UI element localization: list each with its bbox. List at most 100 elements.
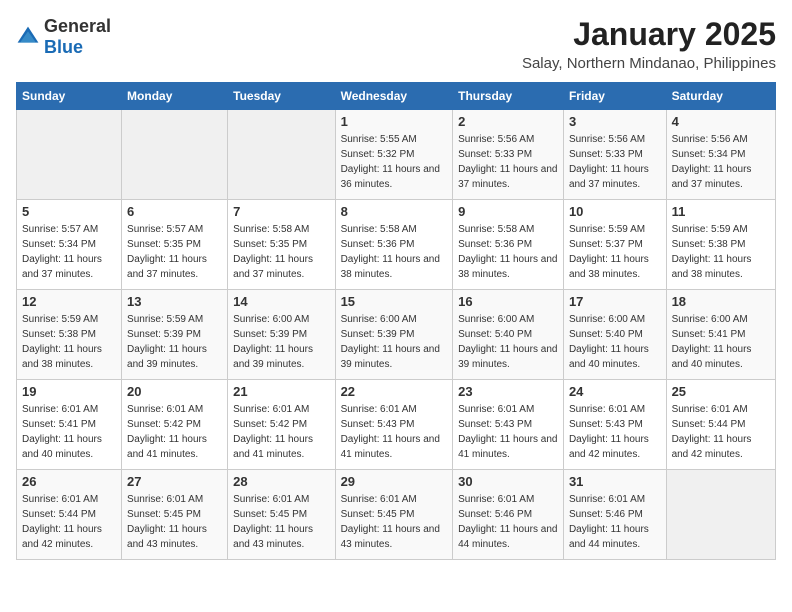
calendar-cell: 26Sunrise: 6:01 AMSunset: 5:44 PMDayligh…	[17, 470, 122, 560]
day-info: Sunrise: 5:57 AMSunset: 5:34 PMDaylight:…	[22, 222, 116, 282]
calendar-cell: 4Sunrise: 5:56 AMSunset: 5:34 PMDaylight…	[666, 110, 775, 200]
day-info: Sunrise: 5:55 AMSunset: 5:32 PMDaylight:…	[341, 132, 448, 192]
calendar-cell: 13 Sunrise: 5:59 AMSunset: 5:39 PMDayligh…	[122, 290, 228, 380]
calendar-cell: 6 Sunrise: 5:57 AMSunset: 5:35 PMDaylight…	[122, 200, 228, 290]
calendar-cell: 30 Sunrise: 6:01 AMSunset: 5:46 PMDayligh…	[453, 470, 564, 560]
calendar-cell: 2 Sunrise: 5:56 AMSunset: 5:33 PMDaylight…	[453, 110, 564, 200]
day-info: Sunrise: 6:00 AMSunset: 5:41 PMDaylight:…	[672, 312, 770, 372]
logo-text: General Blue	[44, 16, 111, 58]
day-number: 3	[569, 114, 661, 129]
day-number: 1	[341, 114, 448, 129]
day-number: 13	[127, 294, 222, 309]
day-number: 28	[233, 474, 329, 489]
day-info: Sunrise: 5:59 AMSunset: 5:38 PMDaylight:…	[672, 222, 770, 282]
title-block: January 2025 Salay, Northern Mindanao, P…	[522, 16, 776, 72]
day-info: Sunrise: 6:00 AMSunset: 5:40 PMDaylight:…	[458, 312, 558, 372]
calendar-cell: 3 Sunrise: 5:56 AMSunset: 5:33 PMDaylight…	[563, 110, 666, 200]
calendar-cell: 8Sunrise: 5:58 AMSunset: 5:36 PMDaylight…	[335, 200, 453, 290]
day-info: Sunrise: 6:01 AMSunset: 5:42 PMDaylight:…	[127, 402, 222, 462]
day-number: 29	[341, 474, 448, 489]
day-info: Sunrise: 6:01 AMSunset: 5:43 PMDaylight:…	[569, 402, 661, 462]
day-info: Sunrise: 6:01 AMSunset: 5:44 PMDaylight:…	[22, 492, 116, 552]
day-info: Sunrise: 6:01 AMSunset: 5:43 PMDaylight:…	[458, 402, 558, 462]
day-info: Sunrise: 6:01 AMSunset: 5:42 PMDaylight:…	[233, 402, 329, 462]
calendar-cell: 7Sunrise: 5:58 AMSunset: 5:35 PMDaylight…	[228, 200, 335, 290]
calendar-cell: 18 Sunrise: 6:00 AMSunset: 5:41 PMDayligh…	[666, 290, 775, 380]
day-info: Sunrise: 5:58 AMSunset: 5:36 PMDaylight:…	[341, 222, 448, 282]
calendar-week-row: 19 Sunrise: 6:01 AMSunset: 5:41 PMDayligh…	[17, 380, 776, 470]
calendar-cell: 12Sunrise: 5:59 AMSunset: 5:38 PMDayligh…	[17, 290, 122, 380]
calendar-header-row: SundayMondayTuesdayWednesdayThursdayFrid…	[17, 83, 776, 110]
day-info: Sunrise: 6:01 AMSunset: 5:45 PMDaylight:…	[233, 492, 329, 552]
day-info: Sunrise: 5:59 AMSunset: 5:37 PMDaylight:…	[569, 222, 661, 282]
calendar-cell: 14 Sunrise: 6:00 AMSunset: 5:39 PMDayligh…	[228, 290, 335, 380]
day-number: 14	[233, 294, 329, 309]
day-number: 16	[458, 294, 558, 309]
calendar-cell: 25 Sunrise: 6:01 AMSunset: 5:44 PMDayligh…	[666, 380, 775, 470]
month-title: January 2025	[522, 16, 776, 53]
day-info: Sunrise: 5:57 AMSunset: 5:35 PMDaylight:…	[127, 222, 222, 282]
day-info: Sunrise: 5:59 AMSunset: 5:39 PMDaylight:…	[127, 312, 222, 372]
header-thursday: Thursday	[453, 83, 564, 110]
day-info: Sunrise: 6:01 AMSunset: 5:45 PMDaylight:…	[127, 492, 222, 552]
day-info: Sunrise: 6:01 AMSunset: 5:46 PMDaylight:…	[569, 492, 661, 552]
calendar-cell	[122, 110, 228, 200]
day-number: 19	[22, 384, 116, 399]
calendar-cell: 23 Sunrise: 6:01 AMSunset: 5:43 PMDayligh…	[453, 380, 564, 470]
calendar-cell: 19 Sunrise: 6:01 AMSunset: 5:41 PMDayligh…	[17, 380, 122, 470]
calendar-table: SundayMondayTuesdayWednesdayThursdayFrid…	[16, 82, 776, 560]
day-info: Sunrise: 6:00 AMSunset: 5:40 PMDaylight:…	[569, 312, 661, 372]
day-info: Sunrise: 6:01 AMSunset: 5:41 PMDaylight:…	[22, 402, 116, 462]
day-number: 30	[458, 474, 558, 489]
calendar-week-row: 5Sunrise: 5:57 AMSunset: 5:34 PMDaylight…	[17, 200, 776, 290]
calendar-cell: 31 Sunrise: 6:01 AMSunset: 5:46 PMDayligh…	[563, 470, 666, 560]
day-number: 22	[341, 384, 448, 399]
day-info: Sunrise: 5:56 AMSunset: 5:33 PMDaylight:…	[569, 132, 661, 192]
day-info: Sunrise: 6:01 AMSunset: 5:45 PMDaylight:…	[341, 492, 448, 552]
calendar-week-row: 12Sunrise: 5:59 AMSunset: 5:38 PMDayligh…	[17, 290, 776, 380]
day-number: 7	[233, 204, 329, 219]
calendar-week-row: 1 Sunrise: 5:55 AMSunset: 5:32 PMDaylight…	[17, 110, 776, 200]
day-number: 25	[672, 384, 770, 399]
calendar-cell: 21Sunrise: 6:01 AMSunset: 5:42 PMDayligh…	[228, 380, 335, 470]
calendar-cell: 20 Sunrise: 6:01 AMSunset: 5:42 PMDayligh…	[122, 380, 228, 470]
calendar-cell: 17 Sunrise: 6:00 AMSunset: 5:40 PMDayligh…	[563, 290, 666, 380]
day-number: 24	[569, 384, 661, 399]
day-number: 20	[127, 384, 222, 399]
day-info: Sunrise: 6:00 AMSunset: 5:39 PMDaylight:…	[341, 312, 448, 372]
day-info: Sunrise: 6:00 AMSunset: 5:39 PMDaylight:…	[233, 312, 329, 372]
day-info: Sunrise: 6:01 AMSunset: 5:46 PMDaylight:…	[458, 492, 558, 552]
day-number: 23	[458, 384, 558, 399]
calendar-cell	[228, 110, 335, 200]
day-number: 9	[458, 204, 558, 219]
header-saturday: Saturday	[666, 83, 775, 110]
logo: General Blue	[16, 16, 111, 58]
day-number: 12	[22, 294, 116, 309]
logo-icon	[16, 25, 40, 49]
day-info: Sunrise: 6:01 AMSunset: 5:44 PMDaylight:…	[672, 402, 770, 462]
day-number: 4	[672, 114, 770, 129]
header-sunday: Sunday	[17, 83, 122, 110]
calendar-week-row: 26Sunrise: 6:01 AMSunset: 5:44 PMDayligh…	[17, 470, 776, 560]
header-wednesday: Wednesday	[335, 83, 453, 110]
calendar-cell: 29 Sunrise: 6:01 AMSunset: 5:45 PMDayligh…	[335, 470, 453, 560]
calendar-cell	[17, 110, 122, 200]
calendar-cell: 10Sunrise: 5:59 AMSunset: 5:37 PMDayligh…	[563, 200, 666, 290]
day-info: Sunrise: 5:58 AMSunset: 5:36 PMDaylight:…	[458, 222, 558, 282]
day-number: 17	[569, 294, 661, 309]
day-number: 2	[458, 114, 558, 129]
page-header: General Blue January 2025 Salay, Norther…	[16, 16, 776, 72]
day-number: 11	[672, 204, 770, 219]
logo-general: General	[44, 16, 111, 36]
header-monday: Monday	[122, 83, 228, 110]
calendar-cell: 1 Sunrise: 5:55 AMSunset: 5:32 PMDaylight…	[335, 110, 453, 200]
calendar-cell: 9 Sunrise: 5:58 AMSunset: 5:36 PMDaylight…	[453, 200, 564, 290]
day-number: 18	[672, 294, 770, 309]
day-number: 31	[569, 474, 661, 489]
logo-blue: Blue	[44, 37, 83, 57]
calendar-cell: 24 Sunrise: 6:01 AMSunset: 5:43 PMDayligh…	[563, 380, 666, 470]
day-number: 6	[127, 204, 222, 219]
calendar-cell	[666, 470, 775, 560]
calendar-cell: 28 Sunrise: 6:01 AMSunset: 5:45 PMDayligh…	[228, 470, 335, 560]
day-info: Sunrise: 5:56 AMSunset: 5:33 PMDaylight:…	[458, 132, 558, 192]
